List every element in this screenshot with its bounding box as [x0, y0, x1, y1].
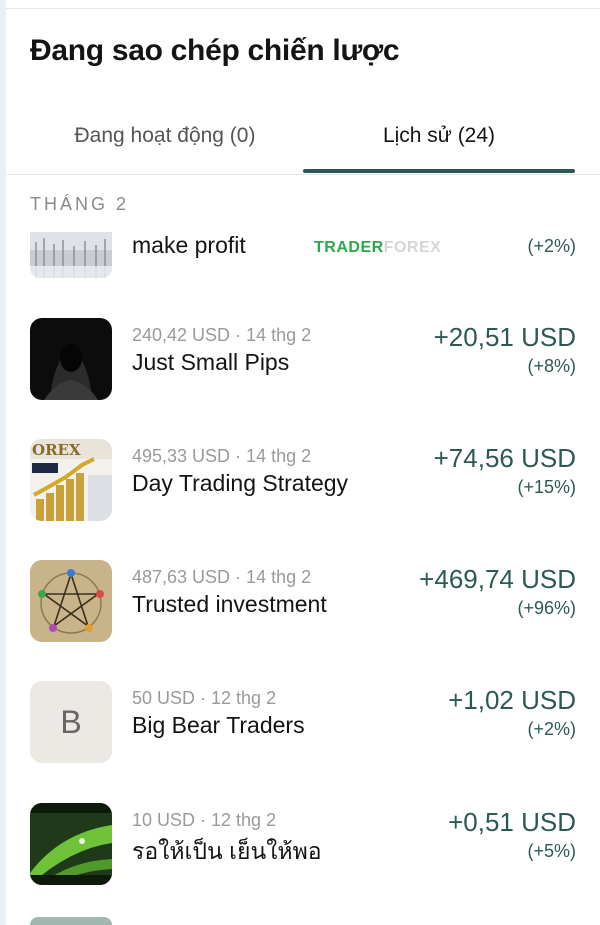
strategy-percent: (+2%) [527, 236, 576, 256]
strategy-percent: (+15%) [517, 477, 576, 497]
top-divider [6, 8, 600, 9]
strategy-row-big-bear-traders[interactable]: B 50 USD · 12 thg 2 Big Bear Traders +1,… [30, 681, 576, 765]
strategy-meta: 240,42 USD · 14 thg 2 [132, 325, 312, 345]
strategy-percent: (+8%) [527, 356, 576, 376]
strategy-row-make-profit[interactable]: make profit (+2%) [30, 212, 576, 278]
tab-active-copies[interactable]: Đang hoạt động (0) [30, 110, 300, 170]
strategy-meta: 10 USD · 12 thg 2 [132, 810, 277, 830]
strategy-profit-amount: +1,02 USD [448, 685, 576, 715]
avatar-letter: B [30, 681, 112, 763]
letter-avatar: B [30, 681, 112, 763]
hooded-figure-image [30, 318, 112, 400]
strategy-name: Trusted investment [132, 591, 327, 617]
pentagram-diagram-image [30, 560, 112, 642]
watermark-part-a: TRADER [314, 239, 384, 256]
snow-forest-image [30, 232, 112, 278]
strategy-row-just-small-pips[interactable]: 240,42 USD · 14 thg 2 Just Small Pips +2… [30, 318, 576, 402]
strategy-percent: (+5%) [527, 841, 576, 861]
strategy-percent: (+96%) [517, 598, 576, 618]
next-row-thumbnail-peek [30, 917, 112, 925]
strategy-profit-amount: +0,51 USD [448, 807, 576, 837]
strategy-row-thai-name[interactable]: 10 USD · 12 thg 2 รอให้เป็น เย็นให้พอ +0… [30, 803, 576, 887]
strategy-profit-amount: +469,74 USD [419, 564, 576, 594]
page-title: Đang sao chép chiến lược [30, 34, 400, 67]
svg-text:OREX: OREX [32, 441, 81, 459]
strategy-meta: 487,63 USD · 14 thg 2 [132, 567, 312, 587]
forex-chart-image: OREX [30, 439, 112, 521]
strategy-name: Big Bear Traders [132, 712, 305, 738]
tab-bar: Đang hoạt động (0) Lịch sử (24) [6, 110, 600, 175]
strategy-name: รอให้เป็น เย็นให้พอ [132, 838, 322, 864]
strategy-row-day-trading[interactable]: OREX 495,33 USD · 14 thg 2 Day Trading S… [30, 439, 576, 523]
tab-history[interactable]: Lịch sử (24) [303, 110, 575, 170]
strategy-name: Just Small Pips [132, 349, 290, 375]
strategy-meta: 50 USD · 12 thg 2 [132, 688, 277, 708]
strategy-profit-amount: +74,56 USD [433, 443, 576, 473]
strategy-profit-amount: +20,51 USD [433, 322, 576, 352]
traderforex-watermark: TRADERFOREX [314, 239, 441, 257]
strategy-name: make profit [132, 232, 246, 258]
green-leaf-image [30, 803, 112, 885]
strategy-meta: 495,33 USD · 14 thg 2 [132, 446, 312, 466]
strategy-name: Day Trading Strategy [132, 470, 349, 496]
strategy-percent: (+2%) [527, 719, 576, 739]
active-tab-indicator [303, 169, 575, 173]
strategy-row-trusted-investment[interactable]: 487,63 USD · 14 thg 2 Trusted investment… [30, 560, 576, 644]
watermark-part-b: FOREX [383, 239, 442, 256]
